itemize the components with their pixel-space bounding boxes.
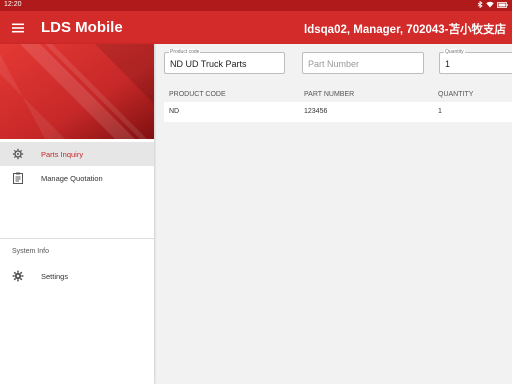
table-row[interactable]: ND 123456 1 [164,102,512,122]
column-header-quantity: QUANTITY [438,91,474,98]
gear-icon [12,148,24,160]
nav-item-manage-quotation[interactable]: Manage Quotation [0,166,154,190]
status-icons [477,0,508,10]
drawer-divider [0,238,154,239]
drawer-header-banner [0,44,154,139]
part-number-placeholder: Part Number [308,59,360,69]
column-header-product-code: PRODUCT CODE [169,91,226,98]
cell-product-code: ND [169,108,180,115]
battery-icon [497,1,508,10]
user-info: ldsqa02, Manager, 702043-苫小牧支店 [304,24,506,36]
quantity-value: 1 [445,59,451,69]
nav-item-label: Parts Inquiry [41,150,84,159]
nav-item-parts-inquiry[interactable]: Parts Inquiry [0,142,154,166]
navigation-drawer: Parts Inquiry Manage Quotation System In… [0,44,154,384]
table-header: PRODUCT CODE PART NUMBER QUANTITY [164,88,512,102]
section-label-system-info: System Info [12,248,49,255]
nav-item-label: Settings [41,272,69,281]
quantity-field[interactable]: Quantity 1 [439,49,512,74]
app-bar: LDS Mobile ldsqa02, Manager, 702043-苫小牧支… [0,11,512,44]
main-content: Product code ND UD Truck Parts Part Numb… [154,44,512,384]
settings-icon [12,270,24,282]
bluetooth-icon [477,0,483,10]
product-code-label: Product code [169,49,201,56]
product-code-field[interactable]: Product code ND UD Truck Parts [164,49,285,74]
product-code-value: ND UD Truck Parts [170,59,247,69]
column-header-part-number: PART NUMBER [304,91,355,98]
nav-item-settings[interactable]: Settings [0,264,154,288]
wifi-icon [486,1,494,10]
status-bar: 12:20 [0,0,512,11]
status-time: 12:20 [4,1,22,8]
app-title: LDS Mobile [41,19,123,36]
quantity-label: Quantity [444,49,465,56]
nav-item-label: Manage Quotation [41,174,103,183]
cell-quantity: 1 [438,108,442,115]
clipboard-icon [12,172,24,184]
menu-icon[interactable] [9,19,27,37]
part-number-input[interactable]: Part Number [302,52,424,74]
cell-part-number: 123456 [304,108,328,115]
